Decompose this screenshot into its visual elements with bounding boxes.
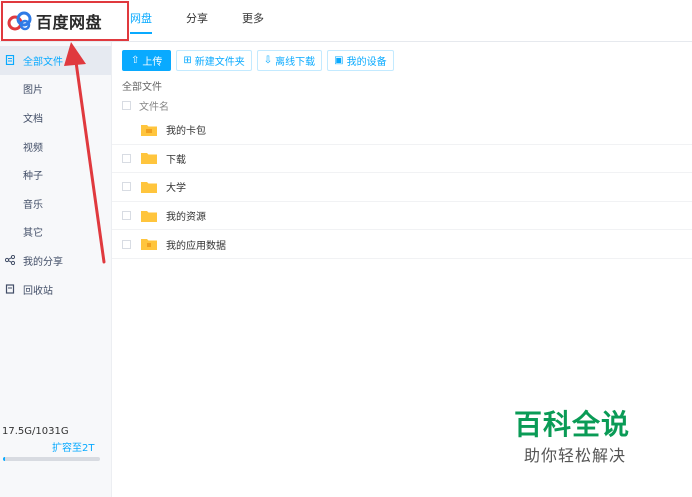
- upload-icon: ⇧: [131, 55, 140, 66]
- sidebar-item-label: 回收站: [23, 285, 53, 297]
- storage-usage-text: 17.5G/1031G: [2, 426, 69, 437]
- sidebar-item-label: 种子: [23, 171, 43, 183]
- file-name[interactable]: 下载: [166, 151, 186, 166]
- tab-share[interactable]: 分享: [186, 0, 208, 42]
- my-devices-button[interactable]: ▣ 我的设备: [327, 50, 394, 71]
- table-row[interactable]: 下载: [112, 145, 692, 174]
- file-name[interactable]: 我的应用数据: [166, 237, 226, 252]
- folder-icon: [141, 210, 157, 222]
- app-data-folder-icon: [141, 239, 157, 251]
- baidu-cloud-logo-icon: [7, 11, 32, 31]
- sidebar-item-documents[interactable]: 文档: [0, 103, 111, 132]
- sidebar-item-music[interactable]: 音乐: [0, 189, 111, 218]
- sidebar-item-all-files[interactable]: 全部文件: [0, 46, 111, 75]
- sidebar-item-label: 视频: [23, 142, 43, 154]
- app-title: 百度网盘: [36, 13, 103, 32]
- top-nav: 网盘 分享 更多: [130, 0, 298, 42]
- sidebar-item-images[interactable]: 图片: [0, 75, 111, 104]
- row-checkbox[interactable]: [122, 125, 131, 135]
- sidebar-item-label: 图片: [23, 85, 43, 97]
- storage-progress-fill: [3, 457, 5, 461]
- file-list-header: 文件名: [122, 96, 692, 114]
- upload-button[interactable]: ⇧ 上传: [122, 50, 172, 71]
- row-checkbox[interactable]: [122, 239, 131, 249]
- folder-icon: [141, 181, 157, 193]
- row-checkbox[interactable]: [122, 211, 131, 221]
- folder-icon: [141, 153, 157, 165]
- table-row[interactable]: 我的卡包: [112, 116, 692, 145]
- new-folder-icon: ⊞: [183, 55, 192, 66]
- sidebar-item-label: 其它: [23, 228, 43, 240]
- table-row[interactable]: 我的应用数据: [112, 230, 692, 259]
- row-checkbox[interactable]: [122, 153, 131, 163]
- logo-highlight-box[interactable]: 百度网盘: [1, 1, 129, 41]
- download-icon: ⇩: [263, 55, 273, 66]
- sidebar-item-videos[interactable]: 视频: [0, 132, 111, 161]
- sidebar-item-my-share[interactable]: 我的分享: [0, 246, 111, 275]
- row-checkbox[interactable]: [122, 182, 131, 192]
- breadcrumb[interactable]: 全部文件: [122, 78, 162, 93]
- file-icon: [5, 55, 15, 65]
- toolbar: ⇧ 上传 ⊞ 新建文件夹 ⇩ 离线下载 ▣ 我的设备: [122, 50, 399, 71]
- file-name[interactable]: 我的资源: [166, 208, 206, 223]
- sidebar-item-label: 音乐: [23, 199, 43, 211]
- table-row[interactable]: 大学: [112, 173, 692, 202]
- file-name[interactable]: 我的卡包: [166, 122, 206, 137]
- table-row[interactable]: 我的资源: [112, 202, 692, 231]
- card-folder-icon: [141, 124, 157, 136]
- offline-download-button[interactable]: ⇩ 离线下载: [256, 50, 323, 71]
- device-icon: ▣: [334, 55, 344, 66]
- sidebar-item-label: 文档: [23, 113, 43, 125]
- watermark-subtitle: 助你轻松解决: [524, 446, 627, 465]
- tab-more[interactable]: 更多: [242, 0, 264, 42]
- tab-netdisk[interactable]: 网盘: [130, 0, 152, 42]
- expand-storage-link[interactable]: 扩容至2T: [52, 439, 94, 454]
- select-all-checkbox[interactable]: [122, 100, 131, 110]
- sidebar-item-torrents[interactable]: 种子: [0, 160, 111, 189]
- sidebar-item-label: 全部文件: [23, 56, 63, 68]
- column-header-filename[interactable]: 文件名: [139, 98, 169, 113]
- sidebar-item-recycle-bin[interactable]: 回收站: [0, 275, 111, 304]
- share-icon: [5, 255, 15, 266]
- file-list: 我的卡包 下载 大学 我的资源 我的应用数据: [112, 116, 692, 259]
- sidebar-item-others[interactable]: 其它: [0, 218, 111, 247]
- trash-icon: [5, 284, 15, 294]
- watermark-title: 百科全说: [514, 408, 631, 441]
- storage-progress-bar: [3, 457, 100, 461]
- file-name[interactable]: 大学: [166, 179, 186, 194]
- sidebar-item-label: 我的分享: [23, 256, 63, 268]
- top-bar: 百度网盘 网盘 分享 更多: [0, 0, 692, 42]
- new-folder-button[interactable]: ⊞ 新建文件夹: [176, 50, 252, 71]
